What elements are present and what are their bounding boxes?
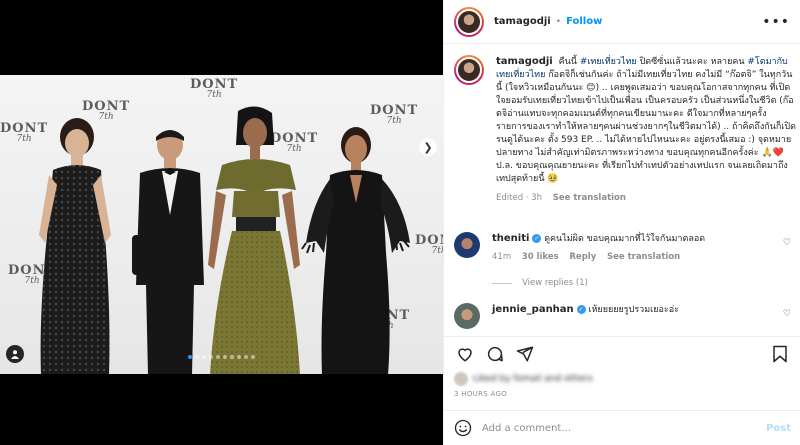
comment-likes[interactable]: 30 likes: [522, 252, 559, 262]
caption-body: tamagodji คืนนี้ #เทยเที่ยวไทย ปิดซีซั่น…: [496, 55, 796, 205]
caption-meta: Edited · 3h See translation: [496, 192, 796, 205]
header-username[interactable]: tamagodji: [494, 16, 551, 27]
post-timestamp: 3 HOURS AGO: [454, 390, 508, 398]
post-photo[interactable]: DONT 7th DONT 7th DONT 7th DONT 7th DONT 7th …: [0, 75, 443, 374]
view-replies-link[interactable]: View replies (1): [492, 278, 588, 288]
avatar[interactable]: [454, 55, 484, 85]
add-comment-bar: Post: [444, 410, 800, 445]
emoji-icon[interactable]: [454, 419, 472, 437]
likes-summary[interactable]: Liked by fomail and others: [454, 372, 593, 386]
comment-username[interactable]: jennie_panhan: [492, 304, 574, 315]
carousel-dot: [195, 355, 199, 359]
caption-text: คืนนี้ #เทยเที่ยวไทย ปิดซีซั่นแล้วนะคะ ห…: [496, 57, 796, 184]
user-tag-button[interactable]: [6, 345, 24, 363]
comment-icon: [487, 346, 503, 361]
likes-text: Liked by fomail and others: [473, 374, 593, 384]
caption-segment: ปิดซีซั่นแล้วนะคะ หลายคน: [636, 57, 748, 67]
person-figure: [208, 106, 300, 374]
person-figure: [132, 130, 204, 374]
carousel-indicator: [0, 355, 443, 359]
reply-button[interactable]: Reply: [569, 252, 596, 262]
like-button[interactable]: [454, 343, 476, 365]
carousel-dot: [223, 355, 227, 359]
person-figure: [301, 127, 410, 374]
verified-icon: ✓: [576, 305, 586, 314]
carousel-dot: [188, 355, 192, 359]
action-bar: [444, 336, 800, 370]
carousel-dot: [230, 355, 234, 359]
more-options-button[interactable]: •••: [762, 14, 790, 30]
comment-time: 41m: [492, 252, 512, 262]
post-header: tamagodji • Follow •••: [444, 0, 800, 44]
see-translation-link[interactable]: See translation: [607, 252, 680, 262]
bookmark-icon: [773, 345, 787, 362]
carousel-dot: [251, 355, 255, 359]
caption-segment: ก๊อตจิก็เช่นกันค่ะ ถ้าไม่มีเทยเที่ยวไทย …: [496, 70, 796, 184]
follow-button[interactable]: Follow: [566, 16, 602, 27]
comment-item: theniti ✓ ดูคนไม่ผิด ขอบคุณมากที่ไว้ใจกั…: [454, 232, 797, 264]
comment-like-icon[interactable]: ♡: [783, 238, 791, 248]
comment-text: ดูคนไม่ผิด ขอบคุณมากที่ไว้ใจกันมาตลอด: [544, 234, 706, 244]
post-media: DONT 7th DONT 7th DONT 7th DONT 7th DONT 7th …: [0, 0, 443, 445]
heart-icon: [458, 347, 472, 362]
carousel-dot: [209, 355, 213, 359]
edited-time: Edited · 3h: [496, 193, 542, 203]
comment-input[interactable]: [482, 422, 767, 434]
share-icon: [516, 346, 534, 361]
chevron-right-icon: ❯: [423, 140, 433, 154]
carousel-dot: [202, 355, 206, 359]
comment-body: jennie_panhan ✓ เห้ยยยยยรูปรวมเยอะอ่ะ: [492, 303, 772, 329]
comment-meta: 41m 30 likes Reply See translation: [492, 251, 772, 264]
avatar[interactable]: [454, 6, 484, 37]
hashtag-link[interactable]: #เทยเที่ยวไทย: [580, 57, 637, 67]
comment-username[interactable]: theniti: [492, 233, 529, 244]
avatar[interactable]: [454, 232, 480, 258]
carousel-dot: [237, 355, 241, 359]
carousel-dot: [244, 355, 248, 359]
avatar[interactable]: [454, 303, 480, 329]
post-sidebar: tamagodji • Follow ••• tamagodji คืนนี้ …: [443, 0, 800, 445]
share-button[interactable]: [514, 343, 536, 365]
header-separator: •: [555, 16, 562, 27]
person-figure: [39, 118, 111, 374]
comment-text: เห้ยยยยยรูปรวมเยอะอ่ะ: [588, 305, 679, 315]
avatar: [454, 372, 468, 386]
caption-segment: คืนนี้: [558, 57, 580, 67]
post-caption: tamagodji คืนนี้ #เทยเที่ยวไทย ปิดซีซั่น…: [454, 55, 797, 205]
comment-like-icon[interactable]: ♡: [783, 309, 791, 319]
carousel-dot: [216, 355, 220, 359]
next-slide-button[interactable]: ❯: [419, 138, 437, 156]
save-button[interactable]: [769, 343, 791, 365]
see-translation-link[interactable]: See translation: [553, 193, 626, 203]
post-button[interactable]: Post: [766, 423, 791, 434]
caption-username[interactable]: tamagodji: [496, 56, 553, 67]
verified-icon: ✓: [532, 234, 542, 243]
comment-body: theniti ✓ ดูคนไม่ผิด ขอบคุณมากที่ไว้ใจกั…: [492, 232, 772, 264]
comment-item: jennie_panhan ✓ เห้ยยยยยรูปรวมเยอะอ่ะ ♡: [454, 303, 797, 329]
backdrop-logo: DONT7th: [190, 77, 239, 100]
comment-button[interactable]: [484, 343, 506, 365]
